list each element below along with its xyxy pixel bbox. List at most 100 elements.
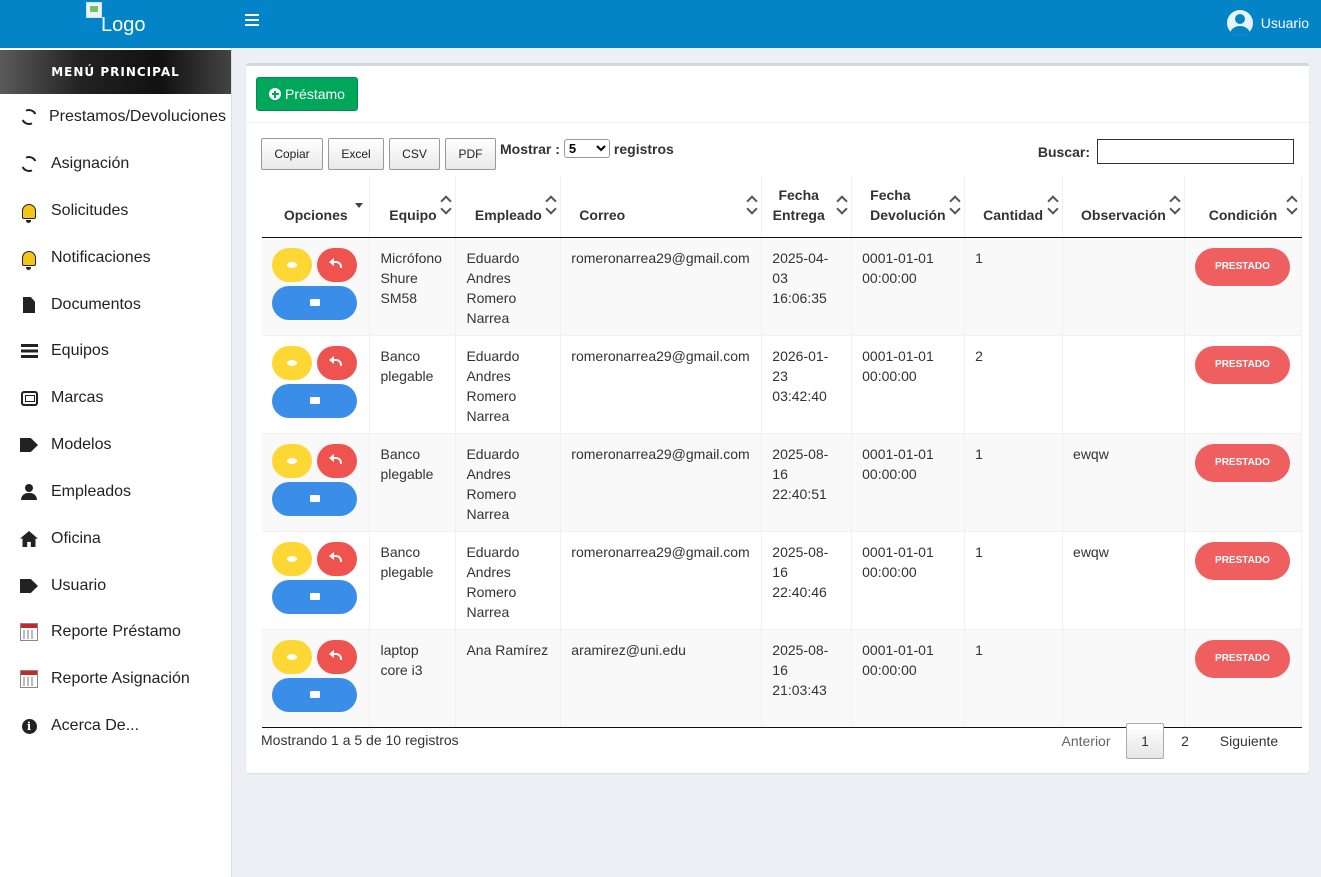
col-observacion[interactable]: Observación	[1062, 175, 1185, 238]
search-input[interactable]	[1097, 139, 1294, 164]
col-header-label: Fecha Entrega	[772, 186, 825, 223]
sidebar-item-notificaciones[interactable]: Notificaciones	[0, 235, 231, 281]
sidebar-item-prestamos[interactable]: Prestamos/Devoluciones	[0, 94, 231, 140]
file-icon	[19, 295, 39, 315]
tags-icon	[19, 576, 39, 596]
view-button[interactable]	[272, 541, 312, 576]
col-equipo[interactable]: Equipo	[369, 175, 457, 238]
sidebar-item-solicitudes[interactable]: Solicitudes	[0, 188, 231, 234]
page-length-select[interactable]: 5	[563, 139, 610, 158]
return-button[interactable]	[317, 639, 357, 674]
sidebar-item-acerca[interactable]: i Acerca De...	[0, 703, 231, 749]
cell-equipo: Banco plegable	[369, 334, 457, 433]
cell-fecha-entrega: 2026-01-23 03:42:40	[761, 334, 853, 433]
sidebar-item-asignacion[interactable]: Asignación	[0, 141, 231, 187]
col-cantidad[interactable]: Cantidad	[964, 175, 1064, 238]
logo-alt-text: Logo	[101, 14, 146, 36]
sort-icon	[441, 197, 451, 213]
copy-button[interactable]: Copiar	[261, 138, 323, 170]
csv-button[interactable]: CSV	[389, 138, 440, 170]
envelope-icon	[309, 299, 320, 306]
pager-prev-button[interactable]: Anterior	[1050, 723, 1122, 759]
user-name: Usuario	[1260, 15, 1309, 31]
col-header-label: Opciones	[283, 206, 348, 223]
view-button[interactable]	[272, 345, 312, 380]
col-fecha-devolucion[interactable]: Fecha Devolución	[851, 175, 966, 238]
sidebar-item-documentos[interactable]: Documentos	[0, 282, 231, 328]
cell-condicion: PRESTADO	[1184, 628, 1303, 728]
col-header-label: Fecha Devolución	[870, 186, 946, 223]
col-fecha-entrega[interactable]: Fecha Entrega	[761, 175, 853, 238]
sidebar-item-label: Prestamos/Devoluciones	[49, 108, 226, 125]
return-button[interactable]	[317, 443, 357, 478]
user-menu[interactable]: Usuario	[1226, 10, 1309, 36]
new-prestamo-button[interactable]: Préstamo	[256, 77, 358, 111]
cell-correo: romeronarrea29@gmail.com	[560, 334, 763, 433]
sidebar-title: MENÚ PRINCIPAL	[0, 50, 231, 94]
email-button[interactable]	[272, 579, 357, 614]
sidebar-item-label: Empleados	[51, 483, 132, 500]
pager-page-2[interactable]: 2	[1167, 723, 1203, 759]
sidebar-item-usuario[interactable]: Usuario	[0, 563, 231, 609]
table-row: Banco plegable Eduardo Andres Romero Nar…	[262, 530, 1303, 629]
sidebar-item-oficina[interactable]: Oficina	[0, 516, 231, 562]
table-row: laptop core i3 Ana Ramírez aramirez@uni.…	[262, 628, 1303, 728]
panel-header: Préstamo	[246, 66, 1309, 123]
view-button[interactable]	[272, 443, 312, 478]
undo-icon	[328, 356, 342, 366]
sidebar-item-label: Acerca De...	[51, 717, 140, 734]
options-cell	[262, 334, 371, 433]
sidebar-item-empleados[interactable]: Empleados	[0, 469, 231, 515]
hamburger-icon	[245, 14, 259, 16]
col-opciones[interactable]: Opciones	[262, 175, 371, 238]
cell-condicion: PRESTADO	[1184, 530, 1303, 629]
pager-page-1[interactable]: 1	[1126, 723, 1164, 759]
view-button[interactable]	[272, 247, 312, 282]
col-correo[interactable]: Correo	[560, 175, 763, 238]
cell-cantidad: 1	[964, 628, 1064, 728]
col-header-label: Observación	[1081, 206, 1166, 223]
list-icon	[19, 341, 39, 361]
sidebar-item-marcas[interactable]: Marcas	[0, 375, 231, 421]
main-panel: Préstamo Copiar Excel CSV PDF Mostrar : …	[246, 63, 1309, 773]
status-badge: PRESTADO	[1194, 247, 1290, 286]
show-suffix: registros	[613, 140, 674, 157]
cell-condicion: PRESTADO	[1184, 236, 1303, 335]
email-button[interactable]	[272, 383, 357, 418]
sidebar-item-label: Marcas	[51, 389, 104, 406]
options-cell	[262, 236, 371, 335]
tags-icon	[19, 435, 39, 455]
sidebar-item-equipos[interactable]: Equipos	[0, 328, 231, 374]
cell-observacion	[1062, 628, 1185, 728]
cell-fecha-devolucion: 0001-01-01 00:00:00	[851, 530, 966, 629]
col-condicion[interactable]: Condición	[1184, 175, 1303, 238]
logo[interactable]: Logo	[86, 2, 147, 36]
cell-observacion: ewqw	[1062, 530, 1185, 629]
eye-icon	[287, 261, 297, 268]
pager-next-button[interactable]: Siguiente	[1208, 723, 1290, 759]
menu-toggle-button[interactable]	[245, 14, 259, 26]
eye-icon	[287, 555, 297, 562]
cell-fecha-devolucion: 0001-01-01 00:00:00	[851, 432, 966, 531]
envelope-icon	[309, 495, 320, 502]
email-button[interactable]	[272, 677, 357, 712]
col-empleado[interactable]: Empleado	[455, 175, 562, 238]
envelope-icon	[309, 593, 320, 600]
email-button[interactable]	[272, 285, 357, 320]
cell-fecha-entrega: 2025-08-16 22:40:51	[761, 432, 853, 531]
cell-equipo: laptop core i3	[369, 628, 457, 728]
return-button[interactable]	[317, 541, 357, 576]
sidebar-item-label: Asignación	[51, 155, 130, 172]
sidebar: MENÚ PRINCIPAL Prestamos/Devoluciones As…	[0, 48, 232, 877]
sidebar-item-reporte-prestamo[interactable]: Reporte Préstamo	[0, 609, 231, 655]
excel-button[interactable]: Excel	[328, 138, 384, 170]
return-button[interactable]	[317, 247, 357, 282]
sidebar-item-label: Equipos	[51, 342, 109, 359]
sidebar-item-modelos[interactable]: Modelos	[0, 422, 231, 468]
eye-icon	[287, 457, 297, 464]
view-button[interactable]	[272, 639, 312, 674]
return-button[interactable]	[317, 345, 357, 380]
pdf-button[interactable]: PDF	[445, 138, 496, 170]
email-button[interactable]	[272, 481, 357, 516]
sidebar-item-reporte-asignacion[interactable]: Reporte Asignación	[0, 656, 231, 702]
